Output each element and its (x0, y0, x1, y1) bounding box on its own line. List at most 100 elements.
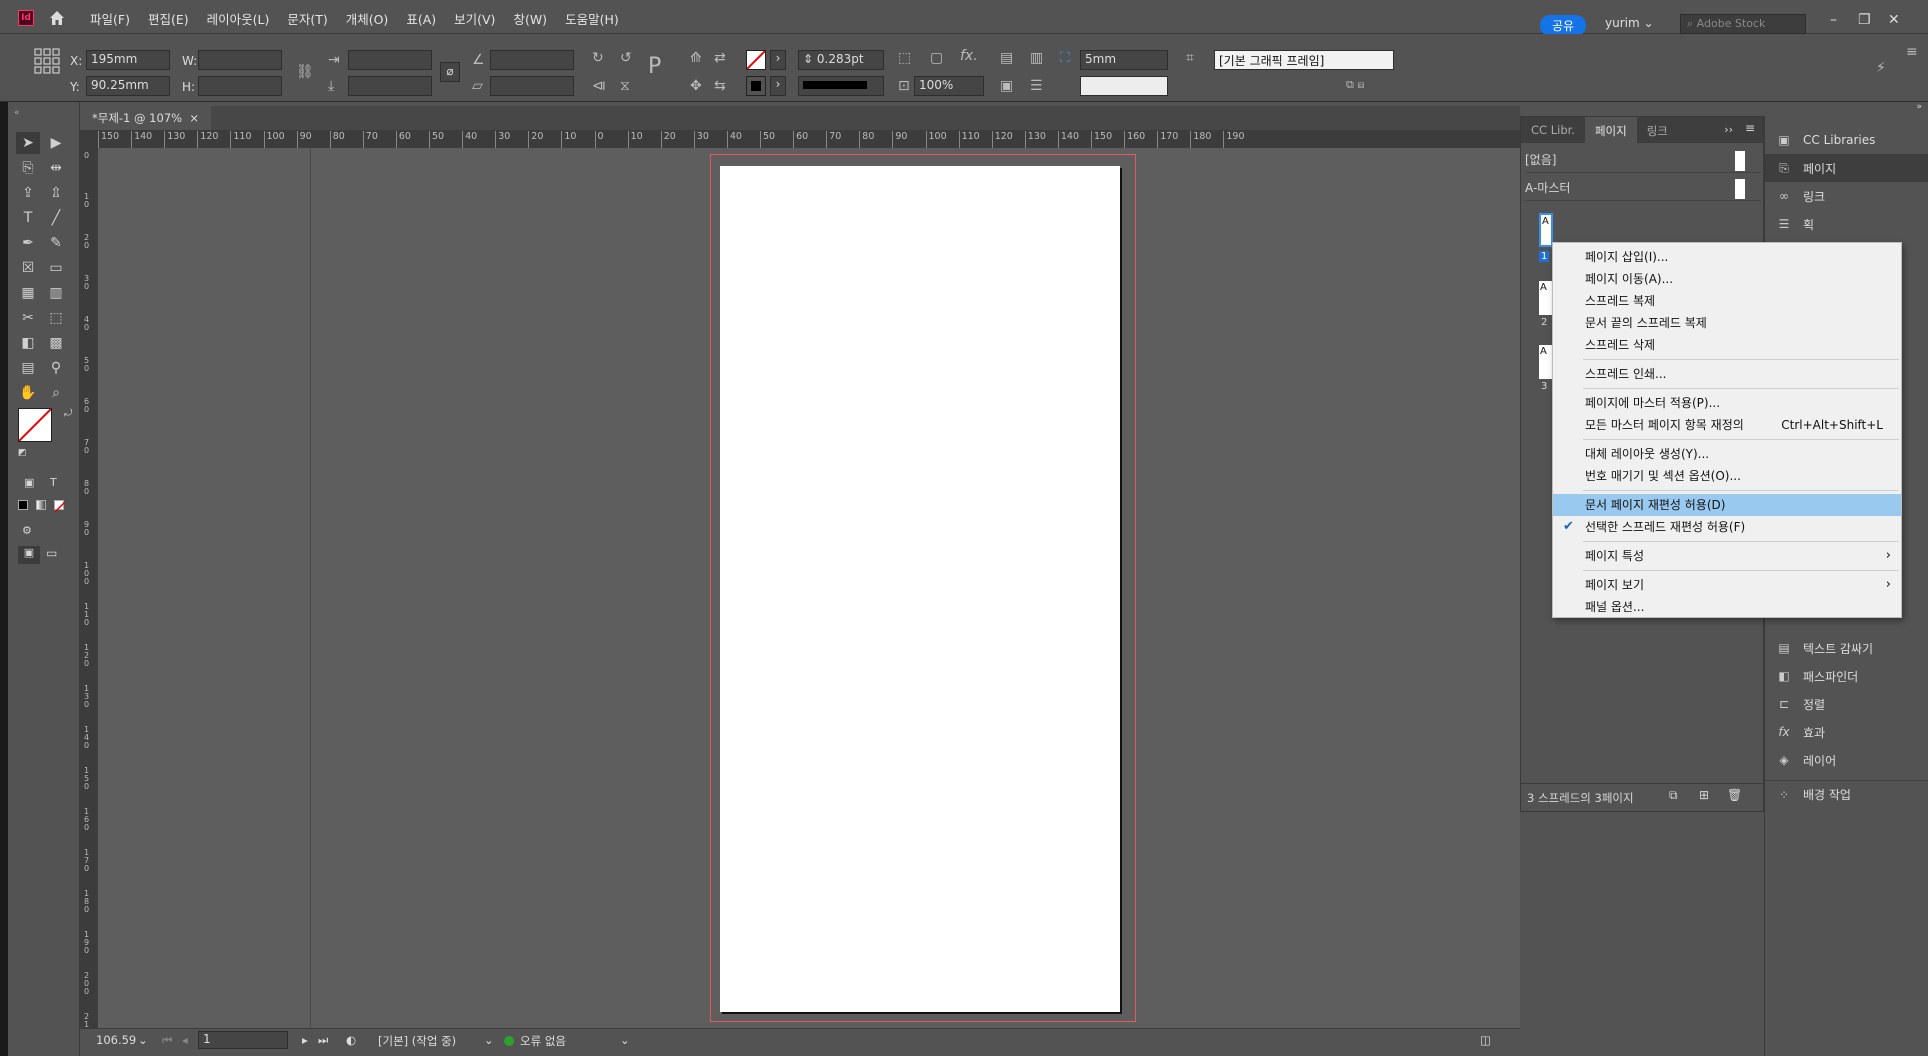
eyedropper-tool-icon[interactable]: ⚲ (44, 357, 68, 379)
apply-gradient-icon[interactable] (36, 500, 46, 510)
context-menu-item[interactable]: 스프레드 복제 (1553, 290, 1901, 312)
menu-item[interactable]: 편집(E) (148, 9, 189, 28)
document-page[interactable] (720, 166, 1120, 1012)
fill-color-swatch[interactable] (18, 408, 52, 442)
preflight-errors[interactable]: 오류 없음 (520, 1033, 566, 1049)
select-next-icon[interactable]: ⇆ (714, 78, 726, 94)
preflight-profile[interactable]: [기본] (작업 중) (378, 1033, 456, 1049)
gap-tool-icon[interactable]: ⇹ (44, 157, 68, 179)
apply-none-icon[interactable] (54, 500, 66, 513)
context-menu-item[interactable]: 문서 끝의 스프레드 복제 (1553, 312, 1901, 334)
page-thumb-2[interactable]: A (1539, 281, 1553, 315)
new-page-icon[interactable]: ⊞ (1699, 788, 1709, 802)
pencil-tool-icon[interactable]: ✎ (44, 232, 68, 254)
quick-apply-icon[interactable]: ⚡ (1876, 60, 1886, 76)
split-view-icon[interactable]: ◫ (1480, 1033, 1491, 1047)
menu-item[interactable]: 파일(F) (90, 9, 130, 28)
table-tool-icon[interactable]: ▦ (16, 282, 40, 304)
opacity-field[interactable]: 100% (914, 76, 984, 96)
grid-tool-icon[interactable]: ▥ (44, 282, 68, 304)
normal-view-icon[interactable]: ▣ (18, 546, 40, 564)
hand-tool-icon[interactable]: ✋ (16, 382, 40, 404)
context-menu-item[interactable]: 패널 옵션... (1553, 596, 1901, 618)
user-menu[interactable]: yurim ⌄ (1605, 16, 1654, 30)
dock-layers[interactable]: ◈ 레이어 (1765, 746, 1928, 774)
rotate-cw-icon[interactable]: ↻ (592, 50, 604, 66)
wrap-box-icon[interactable]: ▥ (1030, 50, 1043, 66)
path-text-icon[interactable]: P (648, 54, 661, 79)
master-none[interactable]: [없음] (1525, 151, 1761, 173)
free-transform-tool-icon[interactable]: ⬚ (44, 307, 68, 329)
zoom-tool-icon[interactable]: ⌕ (44, 382, 68, 404)
constrain-scale-icon[interactable]: ⌀ (440, 62, 460, 82)
corner-icon[interactable]: ▢ (930, 50, 943, 66)
context-menu-item[interactable]: 문서 페이지 재편성 허용(D) (1553, 494, 1901, 516)
fill-swatch-none[interactable] (746, 50, 766, 70)
zoom-level[interactable]: 106.59 (96, 1033, 136, 1047)
note-tool-icon[interactable]: ▤ (16, 357, 40, 379)
context-menu-item[interactable]: 스프레드 삭제 (1553, 334, 1901, 356)
restore-icon[interactable]: ❐ (1858, 12, 1871, 28)
close-icon[interactable]: ✕ (1888, 12, 1900, 28)
height-field[interactable] (198, 76, 282, 96)
context-menu-item[interactable]: 번호 매기기 및 섹션 옵션(O)... (1553, 465, 1901, 487)
direct-selection-tool-icon[interactable]: ▶ (44, 132, 68, 154)
constrain-link-icon[interactable]: ⛓ (296, 64, 314, 80)
frame-style-select[interactable]: [기본 그래픽 프레임] (1214, 50, 1394, 70)
panel-menu-icon[interactable]: ≡ (1906, 44, 1918, 60)
page-tool-icon[interactable]: ⎘ (16, 157, 40, 179)
profile-chevron-icon[interactable]: ⌄ (484, 1033, 494, 1047)
formatting-container-icon[interactable]: ▣ (24, 476, 34, 489)
gradient-swatch-tool-icon[interactable]: ◧ (16, 332, 40, 354)
gradient-feather-tool-icon[interactable]: ▩ (44, 332, 68, 354)
errors-chevron-icon[interactable]: ⌄ (620, 1033, 630, 1047)
wrap-shape-icon[interactable]: ▣ (1000, 78, 1013, 94)
last-page-icon[interactable]: ⏭ (318, 1033, 328, 1048)
minimize-icon[interactable]: – (1830, 12, 1837, 28)
close-tab-icon[interactable]: × (189, 111, 199, 125)
delete-page-icon[interactable]: 🗑 (1727, 788, 1742, 802)
context-menu-item[interactable]: 대체 레이아웃 생성(Y)... (1553, 443, 1901, 465)
open-page-icon[interactable]: ◐ (346, 1033, 356, 1047)
fill-arrow-icon[interactable]: › (770, 50, 786, 70)
document-tab[interactable]: *무제-1 @ 107% × (80, 106, 212, 130)
context-menu-item[interactable]: 모든 마스터 페이지 항목 재정의 Ctrl+Alt+Shift+L (1553, 414, 1901, 436)
fx-icon[interactable]: fx. (960, 48, 978, 64)
type-tool-icon[interactable]: T (16, 207, 40, 229)
stroke-weight-stepper-icon[interactable]: ⇕ (803, 52, 813, 66)
scissors-tool-icon[interactable]: ✂ (16, 307, 40, 329)
transform-icon[interactable]: ⬚ (898, 50, 911, 66)
context-menu-item[interactable]: 스프레드 인쇄... (1553, 363, 1901, 385)
screen-mode-icon[interactable]: ▭ (46, 546, 57, 560)
stroke-arrow-icon[interactable]: › (770, 76, 786, 96)
context-menu-item[interactable]: 페이지 특성 › (1553, 545, 1901, 567)
context-menu-item[interactable]: 페이지에 마스터 적용(P)... (1553, 392, 1901, 414)
menu-item[interactable]: 창(W) (513, 9, 547, 28)
default-colors-icon[interactable]: ◩ (18, 448, 27, 458)
home-icon[interactable] (48, 9, 66, 27)
page-number-field[interactable]: 1 (198, 1031, 288, 1049)
x-position-field[interactable]: 195mm (86, 50, 170, 70)
wrap-jump-icon[interactable]: ☰ (1030, 78, 1043, 94)
pages-panel-menu-icon[interactable]: ≡ (1745, 121, 1755, 135)
selection-tool-icon[interactable]: ➤ (16, 132, 40, 154)
scale-y-field[interactable] (348, 76, 432, 96)
dock-links[interactable]: ∞ 링크 (1765, 182, 1928, 210)
formatting-text-icon[interactable]: T (50, 476, 57, 489)
content-placer-icon[interactable]: ⇫ (44, 182, 68, 204)
pen-tool-icon[interactable]: ✒ (16, 232, 40, 254)
shear-field[interactable] (490, 76, 574, 96)
edit-page-size-icon[interactable]: ⧉ (1669, 788, 1678, 803)
menu-item[interactable]: 문자(T) (287, 9, 327, 28)
page-thumb-1[interactable]: A (1539, 213, 1553, 247)
stroke-color-field[interactable] (1080, 76, 1168, 96)
dock-background-tasks[interactable]: ⁘ 배경 작업 (1765, 780, 1928, 808)
pasteboard[interactable] (98, 148, 1520, 1036)
select-container-icon[interactable]: ⟰ (690, 50, 702, 66)
stroke-type-select[interactable] (798, 76, 884, 96)
reference-point-icon[interactable] (34, 48, 60, 74)
panel-tab[interactable]: CC Libr. (1521, 117, 1585, 143)
dock-text-wrap[interactable]: ▤ 텍스트 감싸기 (1765, 634, 1928, 662)
content-collector-icon[interactable]: ⇪ (16, 182, 40, 204)
context-menu-item[interactable]: 페이지 삽입(I)... (1553, 246, 1901, 268)
